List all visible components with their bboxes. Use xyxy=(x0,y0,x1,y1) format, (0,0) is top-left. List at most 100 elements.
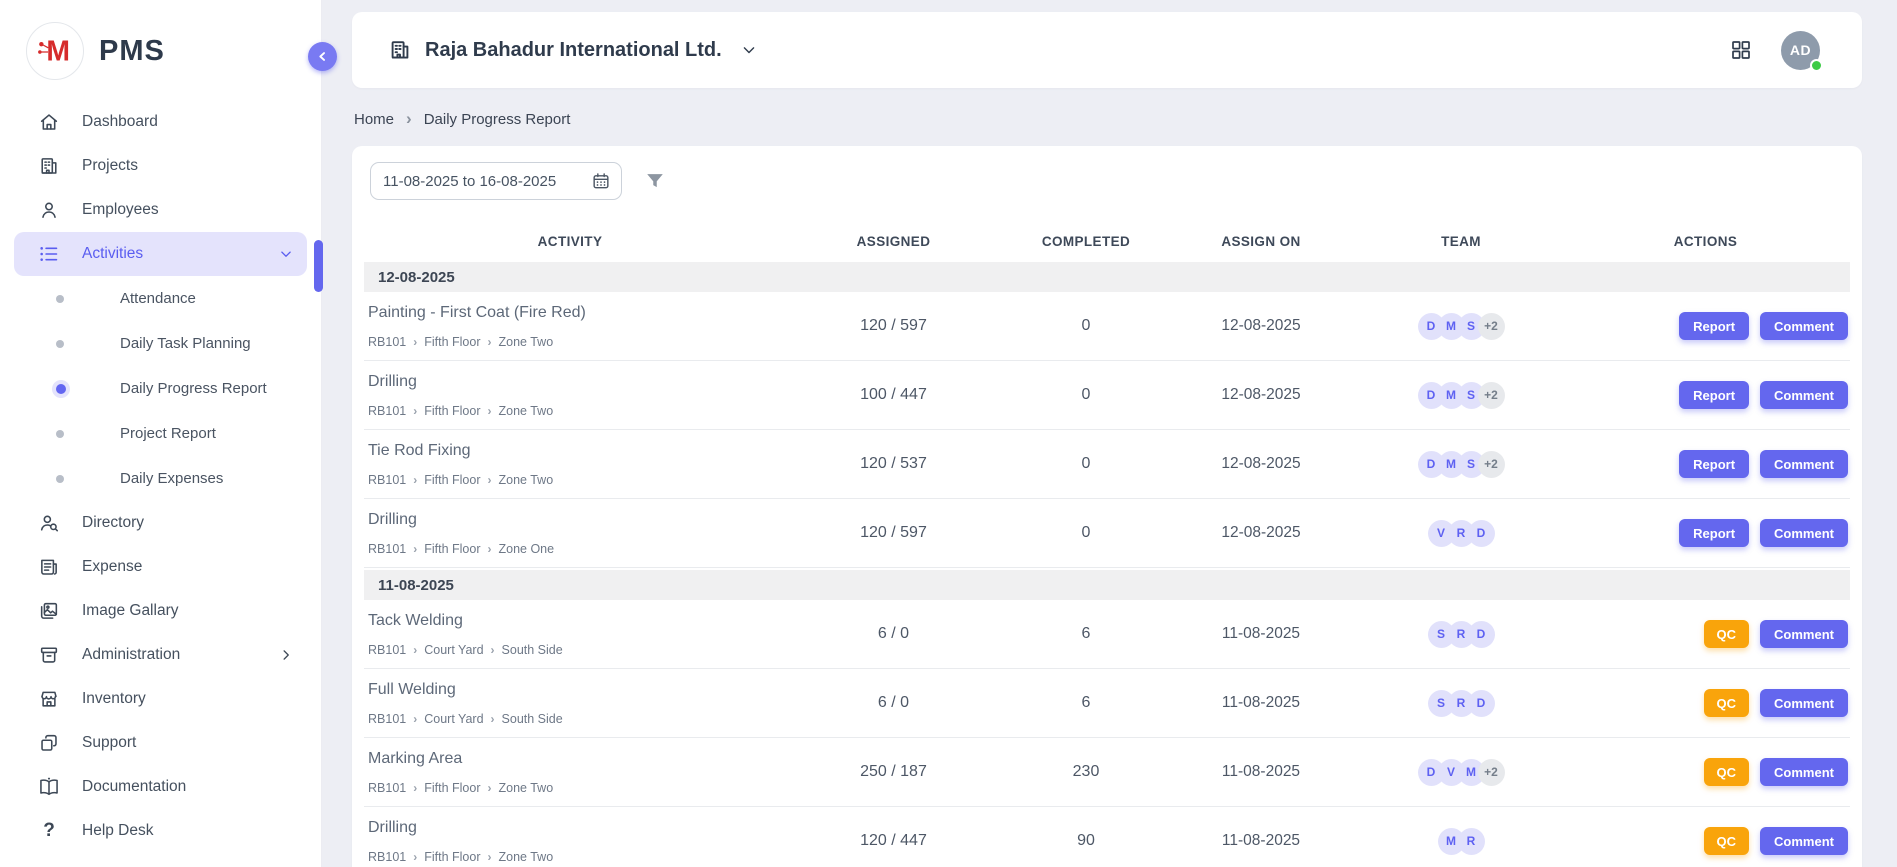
sidebar-item-daily-task-planning[interactable]: Daily Task Planning xyxy=(14,321,307,366)
content-card: 11-08-2025 to 16-08-2025 ACTIVITYASSIGNE… xyxy=(352,146,1862,867)
filter-funnel-icon[interactable] xyxy=(644,170,666,192)
assigned-value: 100 / 447 xyxy=(776,386,1011,404)
qc-button[interactable]: QC xyxy=(1704,689,1750,717)
completed-value: 0 xyxy=(1011,386,1161,404)
topbar-right: AD xyxy=(1729,31,1820,70)
comment-button[interactable]: Comment xyxy=(1760,381,1848,409)
activity-cell: DrillingRB101›Fifth Floor›Zone Two xyxy=(364,361,776,429)
column-header-team: TEAM xyxy=(1361,234,1561,249)
team-member-badge: D xyxy=(1468,621,1495,648)
team-extra-badge[interactable]: +2 xyxy=(1478,759,1505,786)
comment-button[interactable]: Comment xyxy=(1760,450,1848,478)
activity-title: Marking Area xyxy=(368,750,776,768)
logo: M PMS xyxy=(0,0,321,96)
path-segment: RB101 xyxy=(368,473,406,487)
date-range-input[interactable]: 11-08-2025 to 16-08-2025 xyxy=(370,162,622,200)
sidebar-subitem-label: Daily Task Planning xyxy=(120,335,251,352)
sidebar-item-daily-progress-report[interactable]: Daily Progress Report xyxy=(14,366,307,411)
breadcrumb-item-daily-progress-report: Daily Progress Report xyxy=(424,111,571,128)
activity-title: Drilling xyxy=(368,819,776,837)
report-button[interactable]: Report xyxy=(1679,519,1749,547)
table-header-row: ACTIVITYASSIGNEDCOMPLETEDASSIGN ONTEAMAC… xyxy=(364,222,1850,260)
sidebar-item-administration[interactable]: Administration xyxy=(14,633,307,677)
home-icon xyxy=(38,111,60,133)
sidebar-item-image-gallary[interactable]: Image Gallary xyxy=(14,589,307,633)
team-avatars: DMS+2 xyxy=(1361,382,1561,409)
sidebar-item-directory[interactable]: Directory xyxy=(14,501,307,545)
building-icon xyxy=(388,38,412,62)
path-segment: RB101 xyxy=(368,781,406,795)
qc-button[interactable]: QC xyxy=(1704,758,1750,786)
breadcrumb-item-home[interactable]: Home xyxy=(354,111,394,128)
path-separator-icon: › xyxy=(491,644,495,656)
path-segment: Zone Two xyxy=(499,850,554,864)
sidebar-item-dashboard[interactable]: Dashboard xyxy=(14,100,307,144)
activity-location-path: RB101›Court Yard›South Side xyxy=(368,643,776,657)
path-separator-icon: › xyxy=(413,543,417,555)
store-icon xyxy=(38,688,60,710)
chevron-down-icon xyxy=(277,245,295,263)
sidebar-item-label: Administration xyxy=(82,646,180,664)
path-separator-icon: › xyxy=(491,713,495,725)
path-segment: Fifth Floor xyxy=(424,850,480,864)
qc-button[interactable]: QC xyxy=(1704,827,1750,855)
qc-button[interactable]: QC xyxy=(1704,620,1750,648)
breadcrumb-separator: › xyxy=(406,110,412,129)
column-header-assigned: ASSIGNED xyxy=(776,234,1011,249)
assign-on-date: 12-08-2025 xyxy=(1161,455,1361,473)
path-separator-icon: › xyxy=(488,782,492,794)
activity-location-path: RB101›Court Yard›South Side xyxy=(368,712,776,726)
team-extra-badge[interactable]: +2 xyxy=(1478,382,1505,409)
sidebar-item-label: Projects xyxy=(82,157,138,175)
path-separator-icon: › xyxy=(488,543,492,555)
comment-button[interactable]: Comment xyxy=(1760,519,1848,547)
table-row: Tie Rod FixingRB101›Fifth Floor›Zone Two… xyxy=(364,430,1850,499)
path-segment: RB101 xyxy=(368,404,406,418)
team-avatars: DMS+2 xyxy=(1361,313,1561,340)
company-selector[interactable]: Raja Bahadur International Ltd. xyxy=(388,38,759,62)
bullet-icon xyxy=(56,295,64,303)
team-extra-badge[interactable]: +2 xyxy=(1478,451,1505,478)
row-actions: Report Comment xyxy=(1561,519,1850,547)
table-row: DrillingRB101›Fifth Floor›Zone Two120 / … xyxy=(364,807,1850,867)
sidebar-item-project-report[interactable]: Project Report xyxy=(14,411,307,456)
sidebar-item-activities[interactable]: Activities xyxy=(14,232,307,276)
sidebar-item-inventory[interactable]: Inventory xyxy=(14,677,307,721)
sidebar-nav: Dashboard Projects EmployeesActivities Atte… xyxy=(0,96,321,853)
sidebar-item-employees[interactable]: Employees xyxy=(14,188,307,232)
path-segment: Fifth Floor xyxy=(424,542,480,556)
app-title: PMS xyxy=(99,35,165,68)
comment-button[interactable]: Comment xyxy=(1760,312,1848,340)
activity-cell: Full Welding RB101›Court Yard›South Side xyxy=(364,669,776,737)
table-row: DrillingRB101›Fifth Floor›Zone Two100 / … xyxy=(364,361,1850,430)
sidebar-subitem-label: Attendance xyxy=(120,290,196,307)
path-segment: RB101 xyxy=(368,335,406,349)
sidebar-item-attendance[interactable]: Attendance xyxy=(14,276,307,321)
comment-button[interactable]: Comment xyxy=(1760,827,1848,855)
comment-button[interactable]: Comment xyxy=(1760,620,1848,648)
assign-on-date: 11-08-2025 xyxy=(1161,625,1361,643)
path-segment: Zone Two xyxy=(499,473,554,487)
main-area: Raja Bahadur International Ltd. AD Home ›… xyxy=(322,0,1897,867)
bullet-icon xyxy=(56,340,64,348)
path-segment: Fifth Floor xyxy=(424,404,480,418)
activity-location-path: RB101›Fifth Floor›Zone One xyxy=(368,542,776,556)
sidebar: M PMS Dashboard Projects EmployeesActiviti… xyxy=(0,0,322,867)
report-button[interactable]: Report xyxy=(1679,381,1749,409)
sidebar-item-help-desk[interactable]: ?Help Desk xyxy=(14,809,307,853)
assign-on-date: 12-08-2025 xyxy=(1161,524,1361,542)
sidebar-item-projects[interactable]: Projects xyxy=(14,144,307,188)
sidebar-item-support[interactable]: Support xyxy=(14,721,307,765)
report-button[interactable]: Report xyxy=(1679,450,1749,478)
avatar[interactable]: AD xyxy=(1781,31,1820,70)
comment-button[interactable]: Comment xyxy=(1760,689,1848,717)
sidebar-item-daily-expenses[interactable]: Daily Expenses xyxy=(14,456,307,501)
sidebar-item-expense[interactable]: Expense xyxy=(14,545,307,589)
assign-on-date: 12-08-2025 xyxy=(1161,386,1361,404)
report-button[interactable]: Report xyxy=(1679,312,1749,340)
comment-button[interactable]: Comment xyxy=(1760,758,1848,786)
apps-grid-icon[interactable] xyxy=(1729,38,1753,62)
team-extra-badge[interactable]: +2 xyxy=(1478,313,1505,340)
activity-title: Full Welding xyxy=(368,681,776,699)
sidebar-item-documentation[interactable]: Documentation xyxy=(14,765,307,809)
